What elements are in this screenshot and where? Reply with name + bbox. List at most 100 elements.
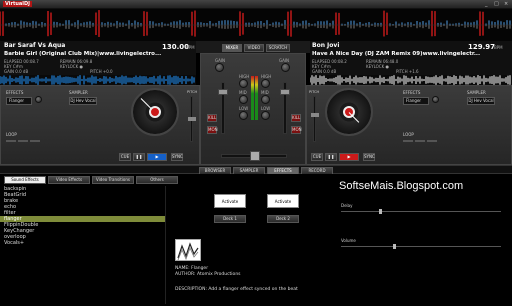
left-gain: GAIN 0.0 dB xyxy=(4,69,29,74)
right-vu-meter xyxy=(255,76,258,120)
browser-tab-bar: BROWSER SAMPLER EFFECTS RECORD xyxy=(0,165,512,175)
watermark: SoftseMais.Blogspot.com xyxy=(339,180,464,192)
left-effect-knob[interactable] xyxy=(35,96,42,103)
left-keylock[interactable]: KEYLOCK ● xyxy=(60,64,83,69)
right-mon-button[interactable]: MON xyxy=(291,126,302,134)
right-volume-fader[interactable] xyxy=(280,82,290,134)
left-volume-fader[interactable] xyxy=(218,82,228,134)
tab-others[interactable]: Others xyxy=(136,176,178,184)
right-loop-button[interactable] xyxy=(403,140,413,142)
volume-slider[interactable] xyxy=(341,244,501,249)
left-loop-button-3[interactable] xyxy=(30,140,40,142)
delay-slider-thumb[interactable] xyxy=(379,209,382,214)
tab-scratch[interactable]: SCRATCH xyxy=(266,44,290,52)
effects-list-items: backspin BeatGrid brake echo filter flanger Fl… xyxy=(0,186,165,246)
right-cue-button[interactable]: CUE xyxy=(311,153,323,161)
left-title: Barbie Girl (Original Club Mix)|www.livi… xyxy=(4,51,162,57)
tab-video[interactable]: VIDEO xyxy=(244,44,264,52)
mixer-right-low-knob[interactable] xyxy=(261,111,270,120)
tab-video-effects[interactable]: Video Effects xyxy=(48,176,90,184)
right-volume-thumb[interactable] xyxy=(280,89,290,95)
left-deck-wave xyxy=(0,75,196,85)
right-pause-button[interactable]: ❚❚ xyxy=(325,153,337,161)
left-artist: Bar Saraf Vs Aqua xyxy=(4,42,66,49)
window-maximize-button[interactable]: □ xyxy=(494,1,499,7)
effect-list-item[interactable]: Vocals+ xyxy=(0,240,165,246)
left-loop-button-2[interactable] xyxy=(18,140,28,142)
tab-video-transitions[interactable]: Video Transitions xyxy=(92,176,134,184)
left-bpm-suffix: BPM xyxy=(186,45,195,50)
left-platter-marker xyxy=(140,98,152,109)
app-logo: VirtualDJ xyxy=(3,1,33,7)
right-bpm: 129.97 xyxy=(468,43,496,51)
left-bpm: 130.00 xyxy=(162,43,190,51)
left-effect-select[interactable]: Flanger xyxy=(6,97,32,105)
mixer-right-high-knob[interactable] xyxy=(261,79,270,88)
effect-name: NAME: Flanger xyxy=(175,266,209,271)
mixer-right-gain-knob[interactable] xyxy=(281,63,290,72)
flanger-icon xyxy=(177,242,199,260)
volume-label: Volume xyxy=(341,238,356,243)
right-sampler-select[interactable]: DJ Hev Vocal xyxy=(467,97,495,105)
left-pause-button[interactable]: ❚❚ xyxy=(133,153,145,161)
rhythm-waveform xyxy=(0,9,512,41)
left-pitch-thumb[interactable] xyxy=(188,117,196,121)
left-vu-meter xyxy=(251,76,254,120)
deck1-label: Deck 1 xyxy=(214,215,246,223)
right-kill-button[interactable]: KILL xyxy=(291,114,301,122)
volume-slider-thumb[interactable] xyxy=(393,244,396,249)
left-mon-button[interactable]: MON xyxy=(207,126,218,134)
left-cue-button[interactable]: CUE xyxy=(119,153,131,161)
crossfader-track[interactable] xyxy=(221,151,287,161)
right-title: Have A Nice Day (DJ ZAM Remix 09)www.liv… xyxy=(312,51,481,57)
left-sync-button[interactable]: SYNC xyxy=(171,153,183,161)
right-deck: PITCH EFFECTS Flanger SAMPLER DJ Hev Voc… xyxy=(306,85,512,165)
left-loop-button[interactable] xyxy=(6,140,16,142)
right-deck-wave xyxy=(310,75,512,85)
right-artist: Bon Jovi xyxy=(312,42,340,49)
delay-label: Delay xyxy=(341,203,353,208)
deck2-activate-button[interactable]: Activate xyxy=(267,194,299,208)
window-close-button[interactable]: × xyxy=(504,1,508,7)
mixer-left-mid-knob[interactable] xyxy=(239,95,248,104)
effects-list: backspin BeatGrid brake echo filter flanger Fl… xyxy=(0,186,166,304)
right-effect-knob[interactable] xyxy=(432,96,439,103)
right-keylock[interactable]: KEYLOCK ● xyxy=(366,64,389,69)
tab-mixer[interactable]: MIXER xyxy=(222,44,242,52)
mixer-left-gain-knob[interactable] xyxy=(215,63,224,72)
right-pitch-thumb[interactable] xyxy=(311,113,319,117)
crossfader-thumb[interactable] xyxy=(250,151,260,161)
left-volume-thumb[interactable] xyxy=(218,89,228,95)
right-pitch: PITCH +1.6 xyxy=(396,69,419,74)
right-sampler-label: SAMPLER xyxy=(467,90,486,95)
right-loop-button-3[interactable] xyxy=(427,140,437,142)
left-platter[interactable] xyxy=(131,88,179,136)
mixer-left-low-knob[interactable] xyxy=(239,111,248,120)
right-loop-button-2[interactable] xyxy=(415,140,425,142)
right-effect-select[interactable]: Flanger xyxy=(403,97,429,105)
tab-sound-effects[interactable]: Sound Effects xyxy=(4,176,46,184)
mixer-right-mid-knob[interactable] xyxy=(261,95,270,104)
effect-detail-panel: Activate Activate Deck 1 Deck 2 NAME: Fl… xyxy=(167,180,512,304)
effect-description: DESCRIPTION: Add a flanger effect synced… xyxy=(175,287,298,292)
right-play-button[interactable]: ▶ xyxy=(339,153,359,161)
effect-thumbnail xyxy=(175,239,201,261)
mixer-tab-bar: MIXER VIDEO SCRATCH xyxy=(196,41,310,53)
mixer-left-high-knob[interactable] xyxy=(239,79,248,88)
title-bar: VirtualDJ _ □ × xyxy=(0,0,512,9)
right-deck-header: Bon Jovi 129.97 BPM Have A Nice Day (DJ … xyxy=(310,41,512,75)
left-pitch-slider[interactable] xyxy=(188,96,196,142)
right-effects-label: EFFECTS xyxy=(403,90,421,95)
left-kill-button[interactable]: KILL xyxy=(207,114,217,122)
left-sampler-select[interactable]: DJ Hev Vocal xyxy=(69,97,97,105)
left-sampler-label: SAMPLER xyxy=(69,90,88,95)
right-sync-button[interactable]: SYNC xyxy=(363,153,375,161)
right-pitch-slider[interactable] xyxy=(311,96,319,142)
deck1-activate-button[interactable]: Activate xyxy=(214,194,246,208)
right-platter[interactable] xyxy=(325,88,373,136)
left-effects-label: EFFECTS xyxy=(6,90,24,95)
window-minimize-button[interactable]: _ xyxy=(485,1,488,7)
deck2-label: Deck 2 xyxy=(267,215,299,223)
delay-slider[interactable] xyxy=(341,209,501,214)
left-play-button[interactable]: ▶ xyxy=(147,153,167,161)
